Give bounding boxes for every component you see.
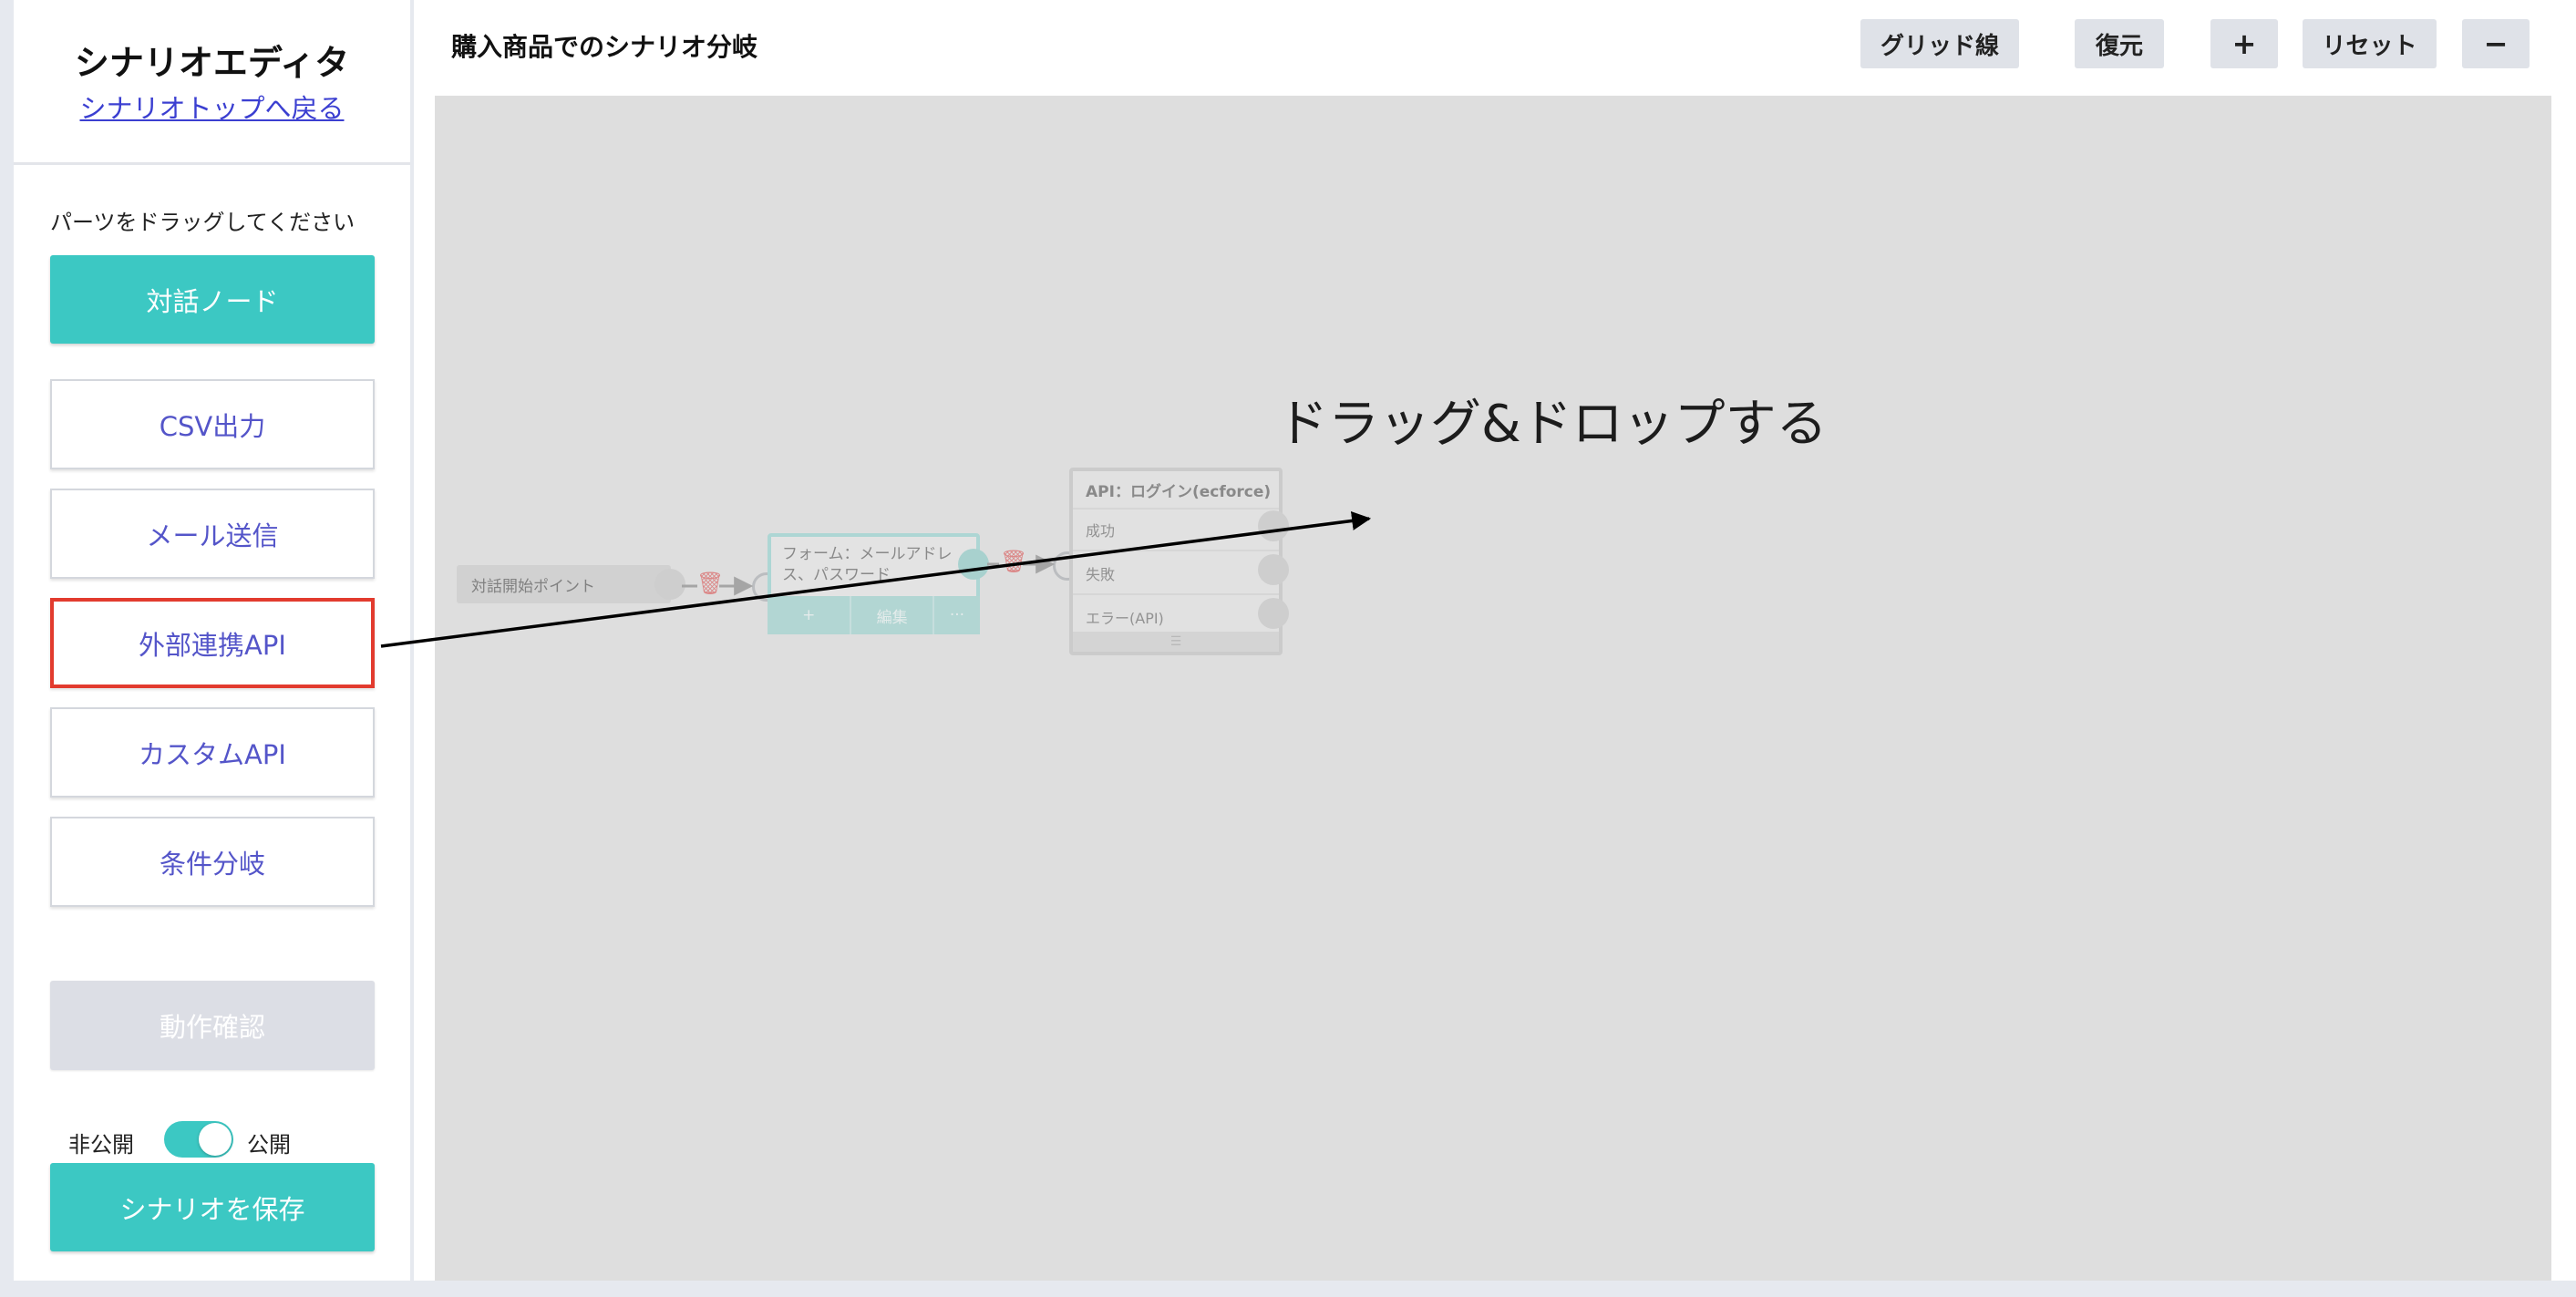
drag-hint: パーツをドラッグしてください <box>50 210 355 235</box>
edge-lines <box>682 554 1056 596</box>
dialog-node-part[interactable]: 対話ノード <box>50 255 375 344</box>
test-run-button[interactable]: 動作確認 <box>50 981 375 1070</box>
part-condition-branch[interactable]: 条件分岐 <box>50 817 375 907</box>
part-external-api[interactable]: 外部連携API <box>50 598 375 688</box>
part-mail-send[interactable]: メール送信 <box>50 489 375 579</box>
scenario-name: 購入商品でのシナリオ分岐 <box>451 32 758 62</box>
editor-header: 購入商品でのシナリオ分岐 グリッド線 復元 + リセット − <box>414 0 2576 96</box>
save-scenario-button[interactable]: シナリオを保存 <box>50 1163 375 1251</box>
api-error-port[interactable] <box>1258 598 1289 629</box>
visibility-toggle-row: 非公開 公開 <box>68 1121 378 1161</box>
canvas-gap <box>414 96 435 1281</box>
zoom-in-button[interactable]: + <box>2210 19 2278 68</box>
sidebar-divider <box>14 162 410 165</box>
reset-button[interactable]: リセット <box>2303 19 2437 68</box>
zoom-out-button[interactable]: − <box>2462 19 2530 68</box>
drag-drop-annotation: ドラッグ&ドロップする <box>1277 395 1828 454</box>
flow-canvas[interactable]: 対話開始ポイント 🗑 フォーム：メールアドレス、パスワード + 編集 ··· 🗑… <box>435 96 2551 1281</box>
part-csv-output[interactable]: CSV出力 <box>50 379 375 469</box>
part-custom-api[interactable]: カスタムAPI <box>50 707 375 798</box>
toggle-knob <box>199 1123 232 1156</box>
back-to-scenario-top-link[interactable]: シナリオトップへ戻る <box>14 87 410 126</box>
bottom-margin <box>0 1281 2576 1297</box>
canvas-right-margin <box>2551 96 2576 1281</box>
sidebar: シナリオエディタ シナリオトップへ戻る パーツをドラッグしてください 対話ノード… <box>14 0 410 1281</box>
editor-title: シナリオエディタ <box>74 43 350 83</box>
private-label: 非公開 <box>68 1132 134 1158</box>
grid-lines-button[interactable]: グリッド線 <box>1860 19 2019 68</box>
public-label: 公開 <box>247 1132 291 1158</box>
api-success-port[interactable] <box>1258 510 1289 541</box>
api-failure-port[interactable] <box>1258 554 1289 585</box>
restore-button[interactable]: 復元 <box>2075 19 2164 68</box>
visibility-toggle[interactable] <box>164 1121 233 1158</box>
